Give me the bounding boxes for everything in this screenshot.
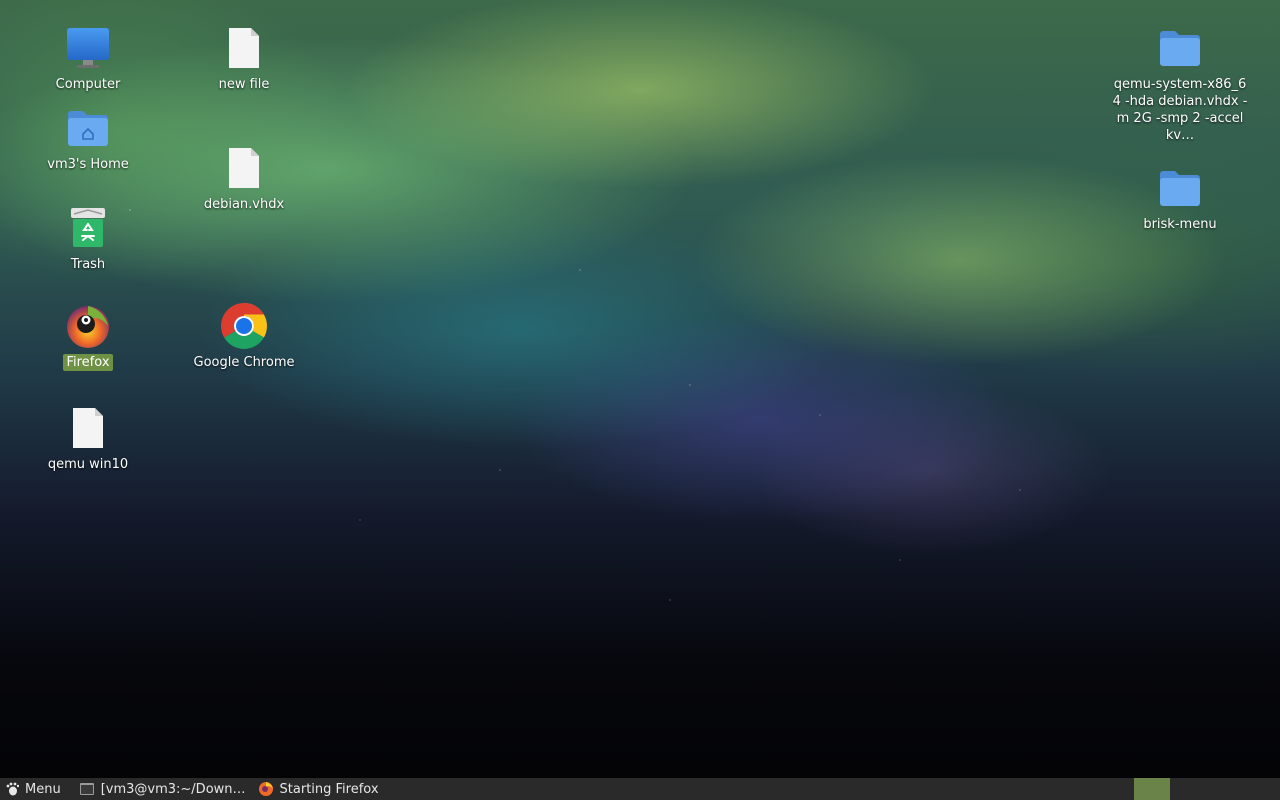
firefox-icon	[64, 302, 112, 350]
folder-icon	[1156, 24, 1204, 72]
star-field	[0, 0, 1280, 778]
folder-icon	[1156, 164, 1204, 212]
taskbar-task-terminal[interactable]: [vm3@vm3:~/Down…	[73, 778, 252, 800]
icon-label: qemu win10	[47, 457, 129, 472]
desktop-icon-computer[interactable]: Computer	[33, 24, 143, 93]
file-icon	[220, 24, 268, 72]
icon-label: qemu-system-x86_64 -hda debian.vhdx -m 2…	[1112, 77, 1248, 143]
icon-label: new file	[218, 77, 270, 92]
icon-label: debian.vhdx	[203, 197, 285, 212]
file-icon	[64, 404, 112, 452]
menu-button[interactable]: Menu	[0, 778, 67, 800]
desktop-icon-new-file[interactable]: new file	[189, 24, 299, 93]
icon-label: vm3's Home	[47, 157, 129, 172]
icon-label: Google Chrome	[193, 355, 295, 370]
desktop-icon-google-chrome[interactable]: Google Chrome	[189, 302, 299, 371]
firefox-icon	[258, 782, 273, 796]
desktop-icon-firefox[interactable]: Firefox	[33, 302, 143, 371]
desktop-icon-brisk-menu[interactable]: brisk-menu	[1125, 164, 1235, 233]
home-folder-icon	[64, 104, 112, 152]
icon-label: brisk-menu	[1143, 217, 1217, 232]
icon-label: Trash	[70, 257, 106, 272]
desktop-icon-qemu-folder[interactable]: qemu-system-x86_64 -hda debian.vhdx -m 2…	[1108, 24, 1252, 144]
computer-icon	[64, 24, 112, 72]
desktop-background[interactable]: Computer vm3's Home Trash Firefox qemu w…	[0, 0, 1280, 778]
task-label: Starting Firefox	[279, 781, 379, 797]
terminal-icon	[79, 783, 94, 795]
desktop-icon-trash[interactable]: Trash	[33, 204, 143, 273]
chrome-icon	[220, 302, 268, 350]
icon-label: Firefox	[63, 354, 113, 371]
trash-icon	[64, 204, 112, 252]
taskbar-task-firefox[interactable]: Starting Firefox	[252, 778, 385, 800]
gnome-foot-icon	[6, 782, 19, 796]
workspace-switcher[interactable]	[1134, 778, 1170, 800]
desktop-icon-qemu-win10[interactable]: qemu win10	[33, 404, 143, 473]
desktop-icon-home[interactable]: vm3's Home	[33, 104, 143, 173]
task-label: [vm3@vm3:~/Down…	[100, 781, 246, 797]
menu-label: Menu	[25, 781, 61, 797]
icon-label: Computer	[55, 77, 121, 92]
file-icon	[220, 144, 268, 192]
desktop-icon-debian-vhdx[interactable]: debian.vhdx	[189, 144, 299, 213]
taskbar: Menu [vm3@vm3:~/Down… Starting Firefox	[0, 778, 1280, 800]
